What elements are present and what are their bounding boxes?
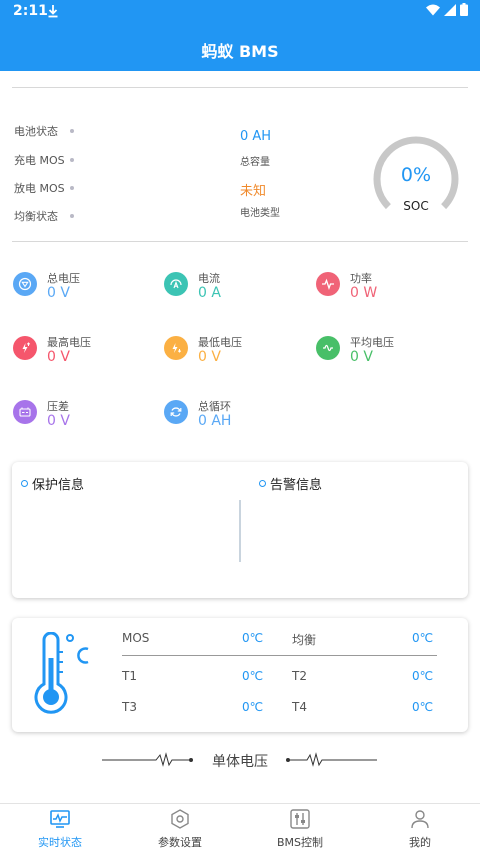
pulse-icon: [316, 272, 340, 296]
nav-parameter-settings[interactable]: 参数设置: [120, 804, 240, 853]
mos-temp-label: MOS: [122, 631, 150, 645]
system-icons: [426, 3, 468, 16]
metric-value: 0 V: [198, 349, 221, 365]
heartbeat-line-right-icon: [286, 752, 377, 767]
nav-label: 实时状态: [38, 836, 82, 849]
thermometer-icon: [34, 632, 89, 714]
balance-temp-label: 均衡: [292, 633, 317, 647]
nav-label: BMS控制: [276, 836, 324, 849]
bolt-down-icon: [164, 336, 188, 360]
t4-value: 0℃: [412, 700, 434, 714]
metric-label: 最低电压: [198, 336, 242, 349]
metric-label: 平均电压: [350, 336, 394, 349]
metric-voltage-diff: 压差 0 V: [13, 398, 153, 438]
t3-value: 0℃: [242, 700, 264, 714]
balance-state-label: 均衡状态: [14, 210, 58, 223]
capacity-value: 0 AH: [240, 129, 272, 144]
divider: [12, 241, 468, 242]
battery-diff-icon: [13, 400, 37, 424]
metric-label: 最高电压: [47, 336, 91, 349]
nav-label: 我的: [409, 836, 431, 849]
t1-value: 0℃: [242, 669, 264, 683]
wave-icon: [316, 336, 340, 360]
signal-icon: [444, 3, 456, 16]
app-title: 蚂蚁 BMS: [201, 42, 279, 61]
triangle-down-icon: [13, 272, 37, 296]
t1-label: T1: [122, 669, 137, 683]
charge-mos-dot: [70, 158, 74, 162]
metric-value: 0 V: [47, 285, 70, 301]
alarm-info-header: 告警信息: [259, 474, 322, 493]
current-a-icon: [164, 272, 188, 296]
bottom-navigation: 实时状态 参数设置 BMS控制 我的: [0, 803, 480, 853]
nav-realtime-status[interactable]: 实时状态: [0, 804, 120, 853]
nav-bms-control[interactable]: BMS控制: [240, 804, 360, 853]
nav-label: 参数设置: [158, 836, 202, 849]
battery-type-value: 未知: [240, 184, 267, 199]
metric-max-voltage: 最高电压 0 V: [13, 334, 153, 374]
charge-mos-label: 充电 MOS: [14, 154, 65, 167]
t3-label: T3: [122, 700, 137, 714]
app-bar: 2:11 蚂蚁 BMS: [0, 0, 480, 71]
metric-value: 0 V: [47, 413, 70, 429]
battery-icon: [460, 3, 468, 16]
download-icon: [48, 5, 58, 18]
metric-label: 总电压: [47, 272, 80, 285]
soc-label: SOC: [403, 199, 429, 213]
t2-value: 0℃: [412, 669, 434, 683]
nav-mine[interactable]: 我的: [360, 804, 480, 853]
metric-total-voltage: 总电压 0 V: [13, 270, 153, 310]
t4-label: T4: [292, 700, 307, 714]
info-divider: [239, 500, 241, 562]
metric-power: 功率 0 W: [316, 270, 456, 310]
battery-type-label: 电池类型: [240, 208, 280, 219]
capacity-label: 总容量: [240, 157, 270, 168]
ring-bullet-icon: [259, 480, 266, 487]
sliders-icon: [290, 809, 310, 829]
ring-bullet-icon: [21, 480, 28, 487]
discharge-mos-dot: [70, 186, 74, 190]
temperature-card: MOS 0℃ 均衡 0℃ T1 0℃ T2 0℃ T3 0℃ T4 0℃: [12, 618, 468, 732]
alarm-info-title: 告警信息: [270, 478, 323, 493]
discharge-mos-label: 放电 MOS: [14, 182, 65, 195]
hexagon-settings-icon: [171, 809, 189, 829]
temp-divider: [122, 655, 437, 656]
monitor-icon: [50, 810, 70, 828]
cell-voltage-title: 单体电压: [212, 754, 268, 770]
battery-state-dot: [70, 129, 74, 133]
metric-avg-voltage: 平均电压 0 V: [316, 334, 456, 374]
t2-label: T2: [292, 669, 307, 683]
status-time: 2:11: [13, 3, 48, 19]
info-card: 保护信息 告警信息: [12, 462, 468, 598]
divider: [12, 87, 468, 88]
metric-label: 功率: [350, 272, 372, 285]
metric-label: 总循环: [198, 400, 231, 413]
protection-info-title: 保护信息: [32, 478, 85, 493]
metric-value: 0 W: [350, 285, 378, 301]
protection-info-header: 保护信息: [21, 474, 84, 493]
soc-value: 0%: [400, 164, 432, 186]
metric-value: 0 V: [47, 349, 70, 365]
metric-label: 电流: [198, 272, 220, 285]
wifi-icon: [426, 4, 440, 15]
user-icon: [411, 810, 429, 829]
metric-min-voltage: 最低电压 0 V: [164, 334, 304, 374]
metric-current: 电流 0 A: [164, 270, 304, 310]
balance-state-dot: [70, 214, 74, 218]
metric-value: 0 AH: [198, 413, 232, 429]
metric-value: 0 A: [198, 285, 221, 301]
metric-label: 压差: [47, 400, 69, 413]
metric-value: 0 V: [350, 349, 373, 365]
bolt-up-icon: [13, 336, 37, 360]
metric-total-cycle: 总循环 0 AH: [164, 398, 304, 438]
battery-state-label: 电池状态: [14, 125, 58, 138]
cycle-icon: [164, 400, 188, 424]
balance-temp-value: 0℃: [412, 631, 434, 645]
mos-temp-value: 0℃: [242, 631, 264, 645]
